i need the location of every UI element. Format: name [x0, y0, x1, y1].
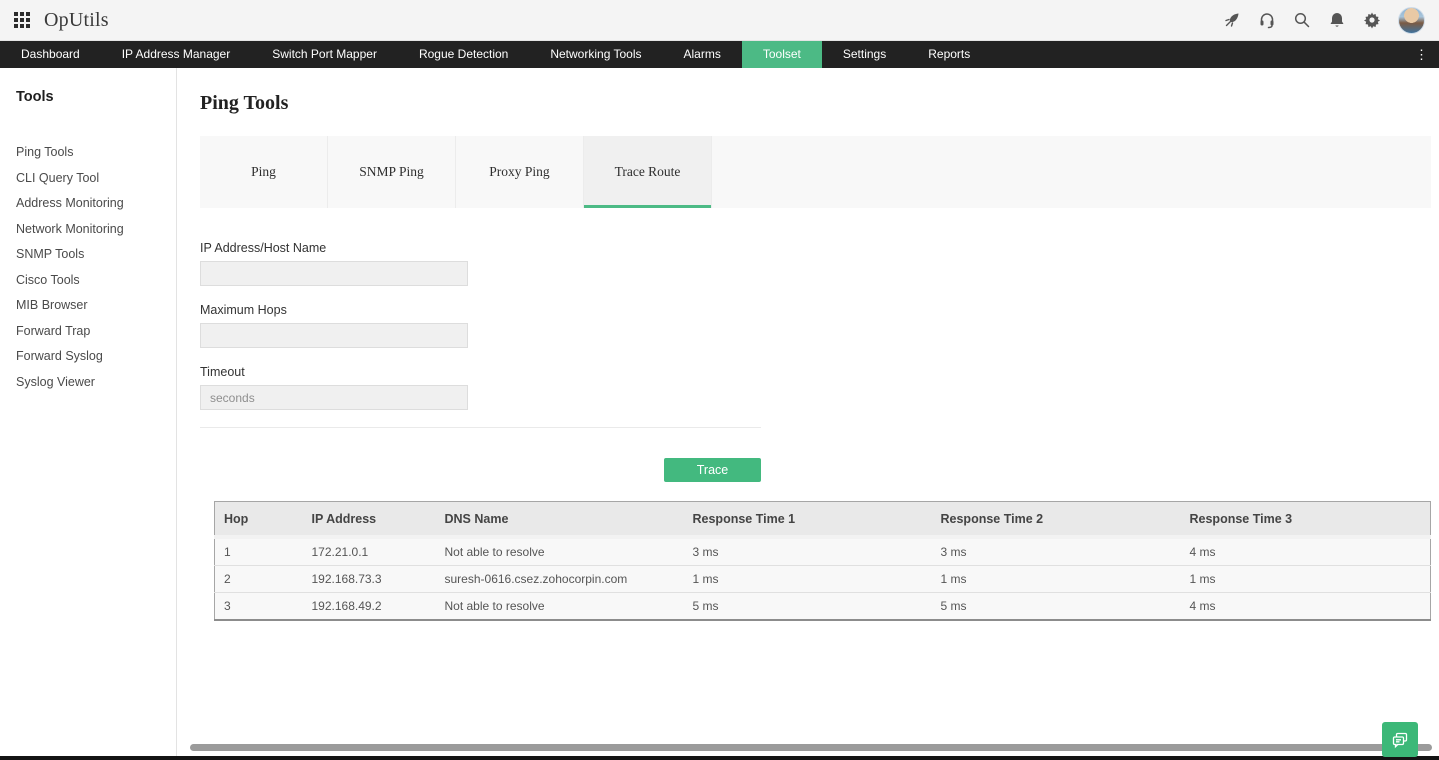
cell-hop: 1 — [214, 537, 303, 566]
cell-dns-name: suresh-0616.csez.zohocorpin.com — [435, 565, 684, 593]
timeout-label: Timeout — [200, 365, 245, 379]
cell-response-time-2: 5 ms — [931, 592, 1181, 621]
col-header-response-time-1: Response Time 1 — [683, 501, 932, 539]
top-bar: OpUtils — [0, 0, 1439, 41]
window-bottom-edge — [0, 756, 1439, 760]
gear-icon[interactable] — [1363, 11, 1381, 29]
col-header-ip-address: IP Address — [302, 501, 436, 539]
sidebar-item-cisco-tools[interactable]: Cisco Tools — [16, 268, 160, 294]
sidebar-heading: Tools — [16, 89, 54, 105]
col-header-dns-name: DNS Name — [435, 501, 684, 539]
sidebar-item-ping-tools[interactable]: Ping Tools — [16, 140, 160, 166]
cell-dns-name: Not able to resolve — [435, 537, 684, 566]
topbar-actions — [1223, 6, 1425, 34]
app-logo: OpUtils — [44, 8, 109, 31]
col-header-response-time-2: Response Time 2 — [931, 501, 1181, 539]
table-row: 3 192.168.49.2 Not able to resolve 5 ms … — [214, 592, 1431, 621]
cell-dns-name: Not able to resolve — [435, 592, 684, 621]
cell-hop: 3 — [214, 592, 303, 621]
field-timeout: Timeout — [200, 365, 1439, 410]
cell-hop: 2 — [214, 565, 303, 593]
col-header-hop: Hop — [214, 501, 303, 539]
tab-proxy-ping[interactable]: Proxy Ping — [456, 136, 584, 208]
trace-button[interactable]: Trace — [664, 458, 761, 482]
tools-sidebar: Tools Ping Tools CLI Query Tool Address … — [0, 68, 177, 760]
cell-response-time-3: 4 ms — [1180, 592, 1431, 621]
sidebar-item-snmp-tools[interactable]: SNMP Tools — [16, 242, 160, 268]
avatar[interactable] — [1398, 6, 1425, 34]
rocket-icon[interactable] — [1223, 11, 1241, 29]
nav-item-settings[interactable]: Settings — [822, 41, 907, 68]
search-icon[interactable] — [1293, 11, 1311, 29]
bell-icon[interactable] — [1328, 11, 1346, 29]
cell-response-time-1: 3 ms — [683, 537, 932, 566]
sidebar-item-forward-trap[interactable]: Forward Trap — [16, 319, 160, 345]
sidebar-item-syslog-viewer[interactable]: Syslog Viewer — [16, 370, 160, 396]
chat-button[interactable] — [1382, 722, 1418, 757]
ip-address-host-name-input[interactable] — [200, 261, 468, 286]
page-title: Ping Tools — [200, 92, 289, 114]
nav-item-dashboard[interactable]: Dashboard — [0, 41, 101, 68]
main-content: Ping Tools Ping SNMP Ping Proxy Ping Tra… — [177, 68, 1439, 760]
nav-item-rogue-detection[interactable]: Rogue Detection — [398, 41, 529, 68]
cell-ip-address: 192.168.73.3 — [302, 565, 436, 593]
app-launcher-grid-icon[interactable] — [14, 12, 30, 28]
cell-response-time-1: 1 ms — [683, 565, 932, 593]
trace-route-form: IP Address/Host Name Maximum Hops Timeou… — [200, 241, 1439, 410]
nav-item-toolset[interactable]: Toolset — [741, 41, 822, 68]
sidebar-item-cli-query-tool[interactable]: CLI Query Tool — [16, 166, 160, 192]
tab-ping[interactable]: Ping — [200, 136, 328, 208]
nav-overflow-menu-icon[interactable]: ⋮ — [1404, 41, 1439, 68]
main-nav: Dashboard IP Address Manager Switch Port… — [0, 41, 1439, 68]
chat-icon — [1392, 732, 1408, 748]
horizontal-scrollbar[interactable] — [190, 744, 1432, 751]
tab-trace-route[interactable]: Trace Route — [584, 136, 712, 208]
headset-icon[interactable] — [1258, 11, 1276, 29]
ping-tools-tabs: Ping SNMP Ping Proxy Ping Trace Route — [200, 136, 1431, 208]
sidebar-item-forward-syslog[interactable]: Forward Syslog — [16, 344, 160, 370]
cell-response-time-2: 3 ms — [931, 537, 1181, 566]
sidebar-item-mib-browser[interactable]: MIB Browser — [16, 293, 160, 319]
table-row: 2 192.168.73.3 suresh-0616.csez.zohocorp… — [214, 565, 1431, 593]
sidebar-item-address-monitoring[interactable]: Address Monitoring — [16, 191, 160, 217]
cell-response-time-3: 1 ms — [1180, 565, 1431, 593]
nav-item-networking-tools[interactable]: Networking Tools — [529, 41, 662, 68]
maximum-hops-label: Maximum Hops — [200, 303, 287, 317]
table-row: 1 172.21.0.1 Not able to resolve 3 ms 3 … — [214, 537, 1431, 566]
cell-ip-address: 172.21.0.1 — [302, 537, 436, 566]
nav-item-ip-address-manager[interactable]: IP Address Manager — [101, 41, 252, 68]
cell-response-time-3: 4 ms — [1180, 537, 1431, 566]
table-header-row: Hop IP Address DNS Name Response Time 1 … — [214, 501, 1431, 539]
col-header-response-time-3: Response Time 3 — [1180, 501, 1431, 539]
nav-item-switch-port-mapper[interactable]: Switch Port Mapper — [251, 41, 398, 68]
cell-ip-address: 192.168.49.2 — [302, 592, 436, 621]
cell-response-time-1: 5 ms — [683, 592, 932, 621]
maximum-hops-input[interactable] — [200, 323, 468, 348]
timeout-input[interactable] — [200, 385, 468, 410]
trace-results-table: Hop IP Address DNS Name Response Time 1 … — [214, 501, 1431, 621]
page-body: Tools Ping Tools CLI Query Tool Address … — [0, 68, 1439, 760]
form-divider — [200, 427, 761, 428]
field-maximum-hops: Maximum Hops — [200, 303, 1439, 348]
tab-snmp-ping[interactable]: SNMP Ping — [328, 136, 456, 208]
ip-address-host-name-label: IP Address/Host Name — [200, 241, 327, 255]
nav-item-reports[interactable]: Reports — [907, 41, 991, 68]
cell-response-time-2: 1 ms — [931, 565, 1181, 593]
sidebar-item-network-monitoring[interactable]: Network Monitoring — [16, 217, 160, 243]
field-ip-address-host-name: IP Address/Host Name — [200, 241, 1439, 286]
nav-item-alarms[interactable]: Alarms — [663, 41, 742, 68]
